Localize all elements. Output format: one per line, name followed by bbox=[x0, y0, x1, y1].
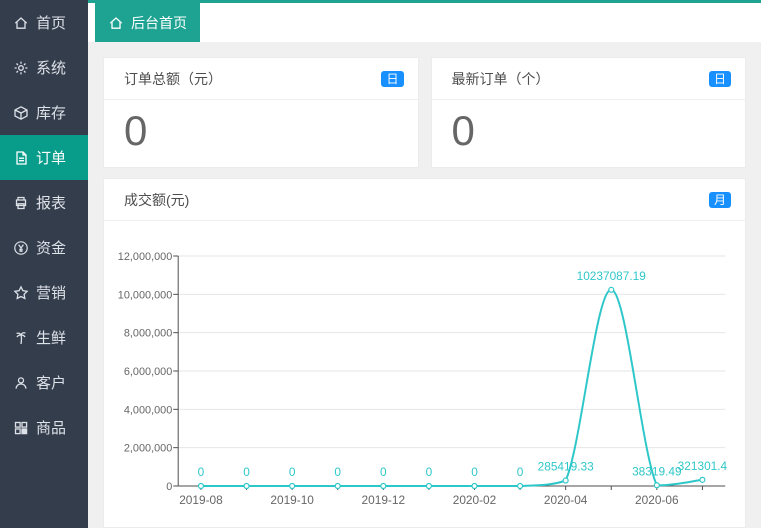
sidebar-item-inventory[interactable]: 库存 bbox=[0, 90, 88, 135]
page-content: 订单总额（元） 日 0 最新订单（个） 日 0 成交额(元) 月 2019-08… bbox=[88, 42, 761, 528]
sidebar-item-system[interactable]: 系统 bbox=[0, 45, 88, 90]
sidebar-item-label: 订单 bbox=[36, 150, 67, 167]
x-tick-label: 2020-04 bbox=[544, 493, 588, 507]
data-point bbox=[562, 477, 569, 484]
home-icon bbox=[13, 15, 29, 31]
data-point bbox=[699, 476, 706, 483]
x-tick-label: 2019-12 bbox=[362, 493, 406, 507]
y-tick-label: 8,000,000 bbox=[124, 328, 172, 340]
grid-icon bbox=[13, 420, 29, 436]
star-icon bbox=[13, 284, 29, 301]
y-tick-label: 2,000,000 bbox=[124, 443, 172, 455]
home-icon bbox=[108, 15, 124, 31]
sidebar-item-label: 商品 bbox=[36, 420, 67, 437]
tree-icon bbox=[13, 330, 29, 346]
sidebar-item-label: 生鲜 bbox=[36, 330, 67, 347]
x-tick-label: 2019-08 bbox=[179, 493, 223, 507]
card-header: 最新订单（个） 日 bbox=[431, 58, 745, 100]
sidebar-item-label: 资金 bbox=[36, 240, 67, 257]
data-point bbox=[653, 482, 660, 489]
data-label: 10237087.19 bbox=[577, 269, 647, 283]
sidebar-item-customers[interactable]: 客户 bbox=[0, 360, 88, 405]
chart-line bbox=[200, 288, 703, 487]
data-label: 0 bbox=[471, 465, 478, 479]
data-label: 0 bbox=[243, 465, 250, 479]
card-title: 订单总额（元） bbox=[124, 70, 222, 87]
data-label: 321301.4 bbox=[678, 459, 728, 473]
chart-title: 成交额(元) bbox=[124, 191, 190, 208]
data-point bbox=[197, 482, 205, 490]
data-label: 285419.33 bbox=[538, 459, 594, 473]
stat-card-latest-orders: 最新订单（个） 日 0 bbox=[430, 57, 746, 168]
sidebar-item-label: 客户 bbox=[36, 375, 67, 392]
stat-cards-row: 订单总额（元） 日 0 最新订单（个） 日 0 bbox=[103, 57, 746, 168]
day-badge[interactable]: 日 bbox=[708, 70, 731, 87]
card-header: 订单总额（元） 日 bbox=[104, 58, 418, 100]
box-icon bbox=[13, 105, 29, 121]
sidebar-item-label: 库存 bbox=[36, 105, 67, 122]
data-label: 0 bbox=[289, 465, 296, 479]
stat-card-order-total: 订单总额（元） 日 0 bbox=[103, 57, 419, 168]
data-label: 38319.49 bbox=[632, 464, 682, 478]
month-badge[interactable]: 月 bbox=[708, 191, 731, 208]
y-tick-label: 10,000,000 bbox=[118, 289, 172, 301]
data-point bbox=[471, 482, 478, 490]
yen-icon bbox=[13, 240, 29, 256]
data-label: 0 bbox=[198, 465, 205, 479]
sidebar-item-fresh[interactable]: 生鲜 bbox=[0, 315, 88, 360]
stat-value: 0 bbox=[124, 107, 148, 154]
card-title: 最新订单（个） bbox=[451, 70, 550, 87]
y-tick-label: 6,000,000 bbox=[124, 366, 172, 378]
y-tick-label: 0 bbox=[166, 481, 172, 493]
sidebar-item-label: 报表 bbox=[36, 195, 67, 212]
x-tick-label: 2020-06 bbox=[635, 493, 679, 507]
data-label: 0 bbox=[334, 465, 341, 479]
stat-value: 0 bbox=[451, 107, 475, 154]
sidebar-item-home[interactable]: 首页 bbox=[0, 0, 88, 45]
sidebar: 首页系统库存订单报表资金营销生鲜客户商品 bbox=[0, 0, 88, 528]
x-tick-label: 2019-10 bbox=[270, 493, 314, 507]
data-point bbox=[334, 482, 341, 490]
data-point bbox=[608, 286, 615, 293]
gear-icon bbox=[13, 60, 29, 76]
x-tick-label: 2020-02 bbox=[453, 493, 497, 507]
tab-backend-home[interactable]: 后台首页 bbox=[95, 3, 200, 42]
data-label: 0 bbox=[517, 465, 524, 479]
chart-card: 成交额(元) 月 2019-08 2019-10 2019-12 2020-02 202… bbox=[103, 178, 746, 528]
data-point bbox=[243, 482, 250, 490]
data-label: 0 bbox=[426, 465, 433, 479]
user-icon bbox=[13, 375, 29, 391]
sidebar-item-funds[interactable]: 资金 bbox=[0, 225, 88, 270]
sidebar-item-label: 营销 bbox=[36, 285, 67, 302]
printer-icon bbox=[13, 195, 29, 211]
chart-card-header: 成交额(元) 月 bbox=[104, 179, 745, 221]
y-axis-labels: 0 2,000,000 4,000,000 6,000,000 8,000,000 10,… bbox=[118, 251, 172, 493]
y-tick-label: 4,000,000 bbox=[124, 404, 172, 416]
app-root: 首页系统库存订单报表资金营销生鲜客户商品 后台首页 订单总额（元） 日 0 bbox=[0, 0, 761, 528]
line-chart[interactable]: 2019-08 2019-10 2019-12 2020-02 2020-04 2020-… bbox=[104, 221, 745, 526]
sidebar-item-label: 系统 bbox=[36, 60, 67, 77]
sidebar-item-goods[interactable]: 商品 bbox=[0, 405, 88, 450]
data-label: 0 bbox=[380, 465, 387, 479]
sidebar-item-orders[interactable]: 订单 bbox=[0, 135, 88, 180]
data-point bbox=[425, 482, 432, 490]
data-point bbox=[517, 482, 524, 490]
main-area: 后台首页 订单总额（元） 日 0 最新订单（个） 日 0 成交额(元) 月 20… bbox=[88, 0, 761, 528]
document-icon bbox=[13, 150, 29, 166]
sidebar-item-marketing[interactable]: 营销 bbox=[0, 270, 88, 315]
data-point bbox=[289, 482, 296, 490]
tab-bar: 后台首页 bbox=[88, 0, 761, 42]
day-badge[interactable]: 日 bbox=[381, 70, 404, 87]
sidebar-item-label: 首页 bbox=[36, 15, 67, 32]
data-point bbox=[380, 482, 387, 490]
tab-label: 后台首页 bbox=[131, 14, 187, 31]
y-tick-label: 12,000,000 bbox=[118, 251, 172, 263]
sidebar-item-reports[interactable]: 报表 bbox=[0, 180, 88, 225]
